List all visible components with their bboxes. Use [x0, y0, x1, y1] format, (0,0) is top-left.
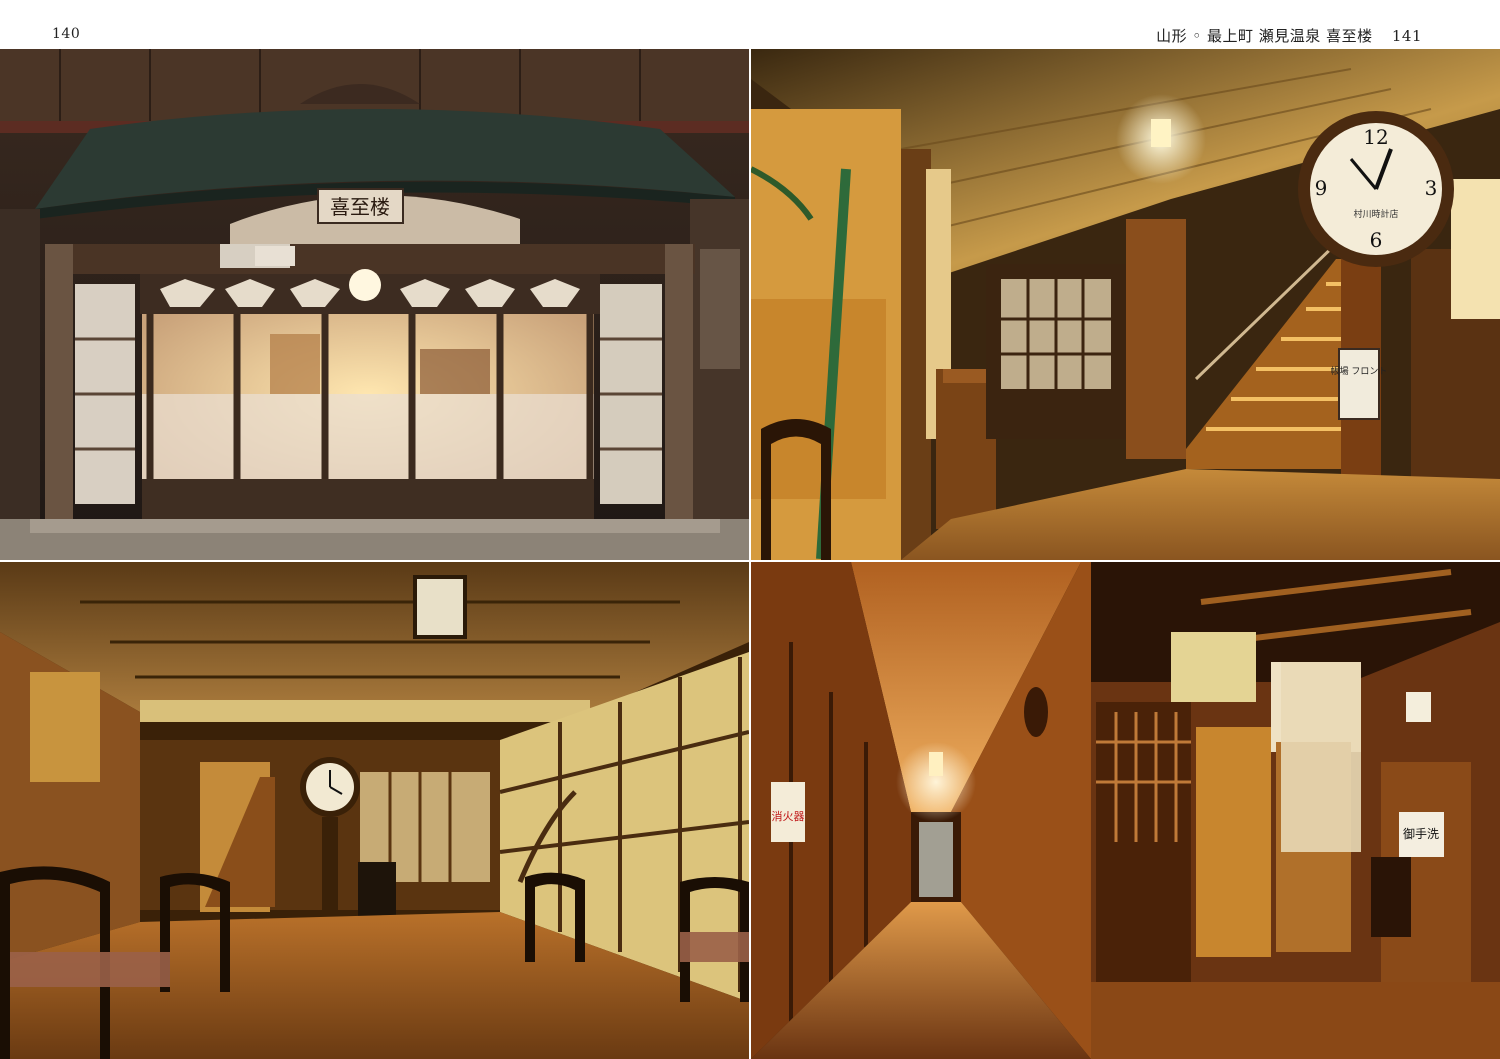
- wall-lamp: [1406, 692, 1431, 722]
- running-head-title: 山形 ◦ 最上町 瀬見温泉 喜至楼: [1156, 27, 1373, 45]
- svg-text:3: 3: [1425, 176, 1438, 200]
- front-sign: [1338, 348, 1380, 420]
- pillar-left: [45, 244, 73, 539]
- photo-great-hall: [0, 562, 749, 1059]
- svg-text:9: 9: [1315, 176, 1328, 200]
- clock-maker-label: 村川時計店: [1353, 208, 1398, 220]
- signboard-text: 喜至楼: [330, 195, 390, 219]
- front-sign-text: 帳場 フロント: [1331, 365, 1388, 377]
- fire-extinguisher-text: 消火器: [772, 809, 805, 823]
- sliding-door: [1196, 727, 1271, 957]
- hall-ceiling: [0, 562, 749, 712]
- hall-illustration: [0, 562, 749, 1059]
- photo-gutter: [749, 49, 751, 1059]
- svg-text:12: 12: [1363, 125, 1388, 149]
- page-number-right: 141: [1391, 27, 1422, 45]
- pillar-right: [665, 244, 693, 539]
- photo-entrance-facade: 喜至楼: [0, 49, 749, 560]
- photo-corridor: 消火器 御手洗: [751, 562, 1500, 1059]
- lobby-illustration: 帳場 フロント 12 3 6 9 村川時計店: [751, 49, 1500, 560]
- entrance-illustration: 喜至楼: [0, 49, 749, 560]
- page-number-left: 140: [52, 26, 81, 42]
- notice-plaque: [1171, 632, 1256, 702]
- corridor-illustration: 消火器 御手洗: [751, 562, 1500, 1059]
- book-spread: 140 山形 ◦ 最上町 瀬見温泉 喜至楼 141 喜至楼 帳場 フロント 12…: [0, 0, 1500, 1059]
- running-head: 山形 ◦ 最上町 瀬見温泉 喜至楼 141: [1156, 25, 1422, 46]
- corridor-lamp: [929, 752, 943, 776]
- display-cabinet: [358, 862, 396, 922]
- hall-lantern: [413, 575, 467, 639]
- photo-lobby-clock: 帳場 フロント 12 3 6 9 村川時計店: [751, 49, 1500, 560]
- svg-text:6: 6: [1370, 228, 1383, 252]
- toilet-sign-text: 御手洗: [1403, 826, 1439, 841]
